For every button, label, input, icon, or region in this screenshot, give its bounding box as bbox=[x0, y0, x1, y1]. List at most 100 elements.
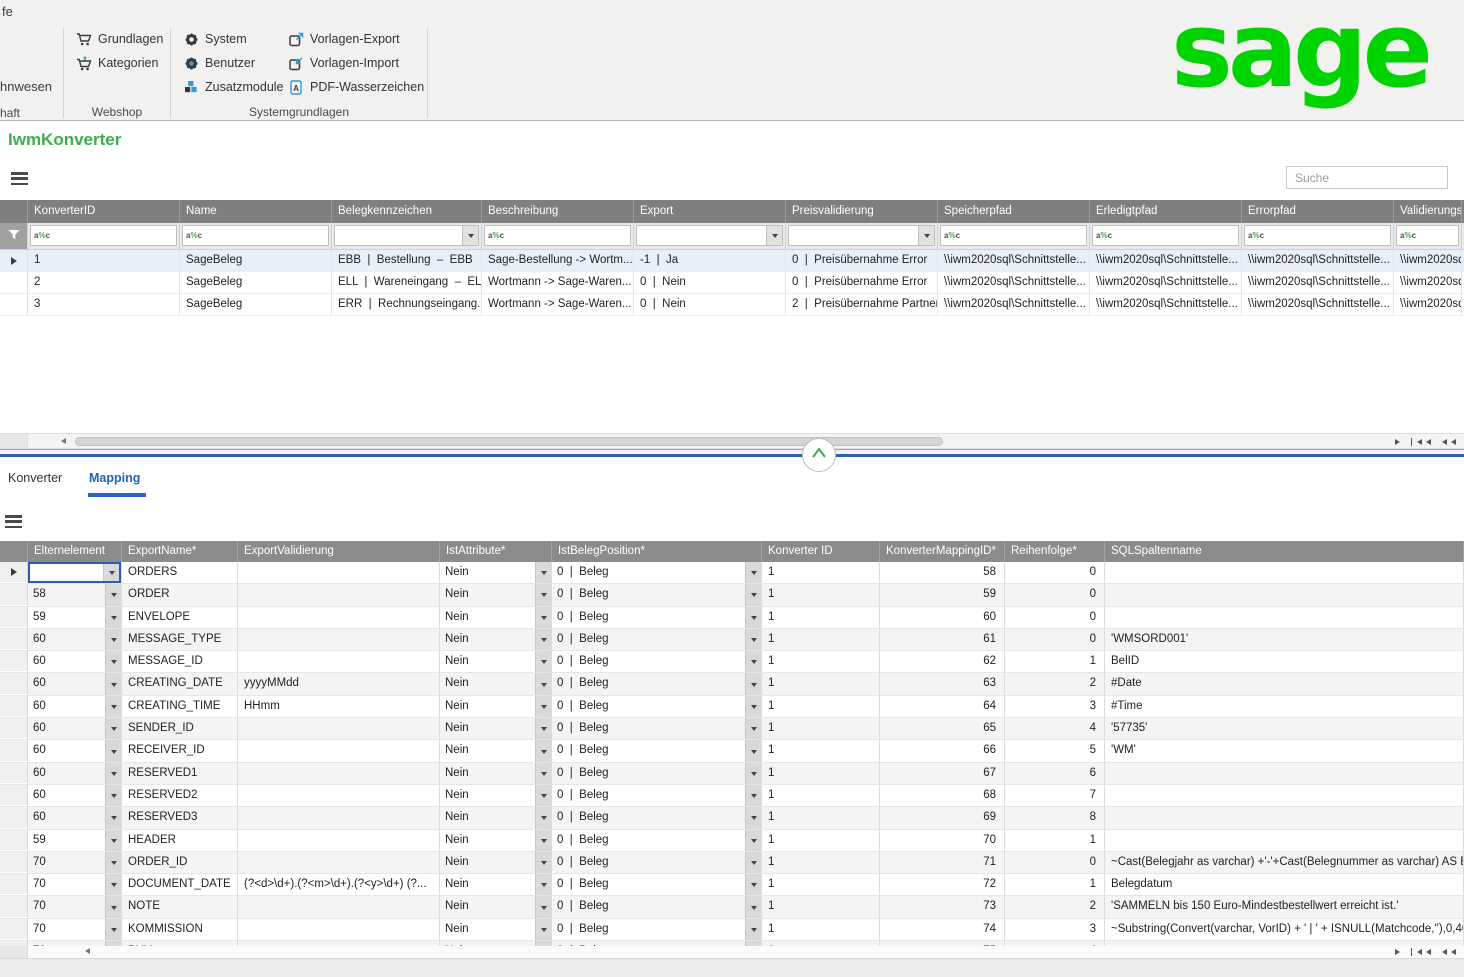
cell-export[interactable]: 0 | Nein bbox=[634, 294, 786, 315]
cell-exportvalidierung[interactable]: yyyyMMdd bbox=[238, 673, 440, 694]
cell-dropdown[interactable]: 0 | Beleg bbox=[552, 874, 761, 895]
table-row[interactable]: 60RECEIVER_IDNein0 | Beleg1665'WM' bbox=[0, 740, 1464, 762]
column-header-sqlspaltenname[interactable]: SQLSpaltenname bbox=[1105, 541, 1464, 562]
ribbon-button-pdf-wasserzeichen[interactable]: A PDF-Wasserzeichen bbox=[288, 78, 424, 96]
cell-dropdown[interactable]: 0 | Beleg bbox=[552, 896, 761, 917]
dropdown-button[interactable] bbox=[745, 673, 761, 694]
cell-konverterid[interactable]: 1 bbox=[28, 250, 180, 271]
table-row[interactable]: 60CREATING_TIMEHHmmNein0 | Beleg1643#Tim… bbox=[0, 696, 1464, 718]
cell-istattribute[interactable]: Nein bbox=[440, 740, 552, 761]
table-row[interactable]: 60RESERVED1Nein0 | Beleg1676 bbox=[0, 763, 1464, 785]
dropdown-button[interactable] bbox=[105, 673, 121, 694]
cell-exportvalidierung[interactable] bbox=[238, 763, 440, 784]
cell-dropdown[interactable]: 70 bbox=[28, 896, 121, 917]
cell-reihenfolge[interactable]: 0 bbox=[1005, 584, 1105, 605]
table-row[interactable]: 58ORDERNein0 | Beleg1590 bbox=[0, 584, 1464, 606]
dropdown-button[interactable] bbox=[745, 830, 761, 851]
cell-reihenfolge[interactable]: 8 bbox=[1005, 807, 1105, 828]
column-header-elternelement[interactable]: Elternelement bbox=[28, 541, 122, 562]
cell-sqlspaltenname[interactable]: 'SAMMELN bis 150 Euro-Mindestbestellwert… bbox=[1105, 896, 1464, 917]
cell-reihenfolge[interactable]: 1 bbox=[1005, 651, 1105, 672]
cell-reihenfolge[interactable]: 7 bbox=[1005, 785, 1105, 806]
cell-konverter-id[interactable]: 1 bbox=[762, 718, 880, 739]
cell-konvertermappingid[interactable]: 63 bbox=[880, 673, 1005, 694]
cell-istbelegposition[interactable]: 0 | Beleg bbox=[552, 852, 762, 873]
filter-input-name[interactable]: a%c bbox=[182, 225, 329, 246]
column-header-validierungsda[interactable]: Validierungsda bbox=[1394, 200, 1462, 223]
menu-icon[interactable] bbox=[5, 515, 22, 529]
cell-speicherpfad[interactable]: \\iwm2020sql\Schnittstelle... bbox=[938, 294, 1090, 315]
cell-dropdown[interactable]: 59 bbox=[28, 830, 121, 851]
ribbon-button-grundlagen[interactable]: Grundlagen bbox=[76, 30, 163, 48]
cell-istbelegposition[interactable]: 0 | Beleg bbox=[552, 651, 762, 672]
next-record-icon[interactable] bbox=[1395, 949, 1403, 955]
cell-beschreibung[interactable]: Wortmann -> Sage-Waren... bbox=[482, 272, 634, 293]
dropdown-button[interactable] bbox=[745, 607, 761, 628]
column-header-speicherpfad[interactable]: Speicherpfad bbox=[938, 200, 1090, 223]
cell-dropdown[interactable]: 0 | Beleg bbox=[552, 807, 761, 828]
column-header-exportvalidierung[interactable]: ExportValidierung bbox=[238, 541, 440, 562]
table-row[interactable]: 60MESSAGE_IDNein0 | Beleg1621BelID bbox=[0, 651, 1464, 673]
dropdown-button[interactable] bbox=[105, 584, 121, 605]
cell-exportvalidierung[interactable] bbox=[238, 896, 440, 917]
cell-validierungsda[interactable]: \\iwm2020sql\ bbox=[1394, 250, 1462, 271]
dropdown-button[interactable] bbox=[745, 785, 761, 806]
cell-reihenfolge[interactable]: 3 bbox=[1005, 919, 1105, 940]
cell-konvertermappingid[interactable]: 62 bbox=[880, 651, 1005, 672]
cell-istbelegposition[interactable]: 0 | Beleg bbox=[552, 607, 762, 628]
cell-elternelement[interactable]: 60 bbox=[28, 696, 122, 717]
collapse-panel-button[interactable] bbox=[802, 438, 836, 472]
ribbon-button-vorlagen-export[interactable]: Vorlagen-Export bbox=[288, 30, 400, 48]
column-header-beschreibung[interactable]: Beschreibung bbox=[482, 200, 634, 223]
filter-dropdown-export[interactable] bbox=[636, 225, 783, 246]
dropdown-button[interactable] bbox=[745, 696, 761, 717]
table-row[interactable]: 60CREATING_DATEyyyyMMddNein0 | Beleg1632… bbox=[0, 673, 1464, 695]
cell-dropdown[interactable]: 0 | Beleg bbox=[552, 785, 761, 806]
cell-istbelegposition[interactable]: 0 | Beleg bbox=[552, 629, 762, 650]
cell-reihenfolge[interactable]: 0 bbox=[1005, 607, 1105, 628]
cell-exportvalidierung[interactable]: (?<d>\d+).(?<m>\d+).(?<y>\d+) (?... bbox=[238, 874, 440, 895]
column-header-exportname[interactable]: ExportName* bbox=[122, 541, 238, 562]
cell-dropdown[interactable]: 0 | Beleg bbox=[552, 629, 761, 650]
cell-dropdown[interactable]: 60 bbox=[28, 673, 121, 694]
dropdown-button[interactable] bbox=[535, 651, 551, 672]
cell-istattribute[interactable]: Nein bbox=[440, 763, 552, 784]
cell-dropdown[interactable]: Nein bbox=[440, 919, 551, 940]
ribbon-button-benutzer[interactable]: Benutzer bbox=[183, 54, 255, 72]
column-header-istbelegposition[interactable]: IstBelegPosition* bbox=[552, 541, 762, 562]
column-header-konvertermappingid[interactable]: KonverterMappingID* bbox=[880, 541, 1005, 562]
cell-konverter-id[interactable]: 1 bbox=[762, 584, 880, 605]
cell-konverter-id[interactable]: 1 bbox=[762, 562, 880, 583]
table-row[interactable]: 60MESSAGE_TYPENein0 | Beleg1610'WMSORD00… bbox=[0, 629, 1464, 651]
cell-konverter-id[interactable]: 1 bbox=[762, 785, 880, 806]
cell-reihenfolge[interactable]: 2 bbox=[1005, 896, 1105, 917]
dropdown-button[interactable] bbox=[745, 562, 761, 583]
cell-dropdown[interactable]: Nein bbox=[440, 696, 551, 717]
table-row[interactable]: 60RESERVED3Nein0 | Beleg1698 bbox=[0, 807, 1464, 829]
cell-exportname[interactable]: RECEIVER_ID bbox=[122, 740, 238, 761]
cell-exportvalidierung[interactable] bbox=[238, 651, 440, 672]
cell-dropdown[interactable]: 70 bbox=[28, 852, 121, 873]
column-header-konverterid[interactable]: KonverterID bbox=[28, 200, 180, 223]
cell-konvertermappingid[interactable]: 71 bbox=[880, 852, 1005, 873]
dropdown-button[interactable] bbox=[766, 226, 782, 245]
cell-konvertermappingid[interactable]: 73 bbox=[880, 896, 1005, 917]
cell-exportvalidierung[interactable] bbox=[238, 562, 440, 583]
table-row[interactable]: 60SENDER_IDNein0 | Beleg1654'57735' bbox=[0, 718, 1464, 740]
cell-istattribute[interactable]: Nein bbox=[440, 651, 552, 672]
column-header-erledigtpfad[interactable]: Erledigtpfad bbox=[1090, 200, 1242, 223]
cell-sqlspaltenname[interactable] bbox=[1105, 607, 1464, 628]
cell-beschreibung[interactable]: Sage-Bestellung -> Wortm... bbox=[482, 250, 634, 271]
cell-dropdown[interactable]: 0 | Beleg bbox=[552, 830, 761, 851]
first-record-icon[interactable] bbox=[1411, 948, 1432, 956]
cell-sqlspaltenname[interactable]: #Time bbox=[1105, 696, 1464, 717]
cell-exportvalidierung[interactable] bbox=[238, 584, 440, 605]
cell-exportname[interactable]: HEADER bbox=[122, 830, 238, 851]
table-row[interactable]: 3SageBelegERR | Rechnungseingang...Wortm… bbox=[0, 294, 1464, 316]
cell-istbelegposition[interactable]: 0 | Beleg bbox=[552, 584, 762, 605]
cell-dropdown[interactable]: 0 | Beleg bbox=[552, 763, 761, 784]
cell-istattribute[interactable]: Nein bbox=[440, 607, 552, 628]
cell-exportvalidierung[interactable] bbox=[238, 830, 440, 851]
cell-konvertermappingid[interactable]: 67 bbox=[880, 763, 1005, 784]
column-header-konverter-id[interactable]: Konverter ID bbox=[762, 541, 880, 562]
